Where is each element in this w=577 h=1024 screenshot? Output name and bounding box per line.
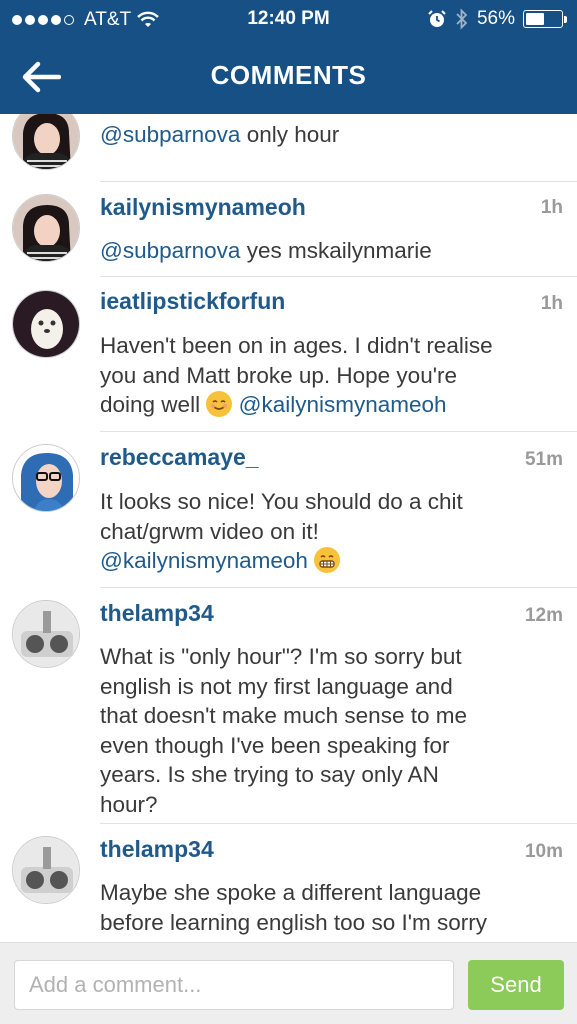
alarm-icon [428, 10, 446, 27]
comment-username[interactable]: rebeccamaye_ [100, 444, 259, 471]
app-header: AT&T 12:40 PM 56% COMMENTS [0, 0, 577, 114]
comment-line: chat/grwm video on it! [100, 518, 319, 544]
comment-body: yes mskailynmarie [246, 238, 432, 263]
comment-line: It looks so nice! You should do a chit [100, 489, 463, 514]
comment-item: ieatlipstickforfun 1h Haven't been on in… [0, 276, 577, 432]
avatar[interactable] [12, 194, 80, 262]
comment-time: 1h [540, 197, 563, 218]
comment-line: even though I've been speaking for [100, 732, 450, 758]
comment-line: years. Is she trying to say only AN [100, 762, 439, 787]
comment-text: @subparnova only hour [100, 120, 560, 150]
battery-icon [523, 10, 567, 28]
smiling-face-icon [206, 391, 233, 417]
status-right: 56% [427, 8, 567, 30]
comment-time: 12m [524, 605, 563, 626]
comment-item: kailynismynameoh 1h @subparnova yes mska… [0, 182, 577, 278]
page-title: COMMENTS [210, 60, 367, 90]
mention-link[interactable]: @subparnova [100, 238, 240, 263]
comment-line: Maybe she spoke a different language [100, 880, 482, 905]
comment-line: What is "only hour"? I'm so sorry but [100, 644, 462, 669]
comment-line: you and Matt broke up. Hope you're [100, 362, 458, 388]
comment-line: Haven't been on in ages. I didn't realis… [100, 333, 493, 358]
avatar[interactable] [12, 836, 80, 904]
comment-time: 51m [524, 449, 563, 470]
bluetooth-icon [456, 8, 468, 30]
avatar[interactable] [12, 444, 80, 512]
avatar[interactable] [12, 600, 80, 668]
grinning-face-icon [314, 547, 341, 573]
comment-username[interactable]: ieatlipstickforfun [100, 288, 285, 315]
mention-link[interactable]: @subparnova [100, 122, 240, 147]
comment-line: before learning english too so I'm sorry [100, 909, 487, 935]
battery-fill [526, 13, 544, 25]
mention-link[interactable]: @kailynismynameoh [239, 392, 447, 417]
comment-line: that doesn't make much sense to me [100, 703, 467, 728]
comment-time: 1h [540, 293, 563, 314]
comment-username[interactable]: thelamp34 [100, 836, 214, 863]
comment-composer: Send [0, 942, 577, 1024]
comment-body: doing well [100, 392, 201, 417]
comment-text: It looks so nice! You should do a chit c… [100, 487, 560, 576]
comment-line: hour? [100, 791, 158, 817]
comment-body: only hour [246, 122, 340, 147]
comment-line-3: doing well @kailynismynameoh [100, 390, 560, 420]
comment-item: rebeccamaye_ 51m It looks so nice! You s… [0, 432, 577, 588]
avatar[interactable] [12, 114, 80, 170]
comment-text: @subparnova yes mskailynmarie [100, 236, 560, 266]
comment-time: 10m [524, 841, 563, 862]
comment-text: What is "only hour"? I'm so sorry but en… [100, 642, 560, 819]
comment-item: thelamp34 12m What is "only hour"? I'm s… [0, 588, 577, 824]
comment-text: Maybe she spoke a different language bef… [100, 878, 560, 937]
avatar[interactable] [12, 290, 80, 358]
comment-text: Haven't been on in ages. I didn't realis… [100, 331, 560, 420]
nav-bar: COMMENTS [0, 40, 577, 114]
comment-line-3: @kailynismynameoh [100, 546, 560, 576]
mention-link[interactable]: @kailynismynameoh [100, 548, 308, 573]
comment-line: english is not my first language and [100, 673, 453, 699]
comment-username[interactable]: thelamp34 [100, 600, 214, 627]
comment-input[interactable] [14, 960, 454, 1010]
send-button[interactable]: Send [468, 960, 564, 1010]
battery-percent: 56% [476, 8, 515, 29]
comment-item: kailynismynameoh 1h @subparnova only hou… [0, 114, 577, 182]
comment-item: thelamp34 10m Maybe she spoke a differen… [0, 824, 577, 942]
comments-list[interactable]: kailynismynameoh 1h @subparnova only hou… [0, 114, 577, 942]
status-bar: AT&T 12:40 PM 56% [0, 0, 577, 40]
comment-username[interactable]: kailynismynameoh [100, 194, 306, 221]
